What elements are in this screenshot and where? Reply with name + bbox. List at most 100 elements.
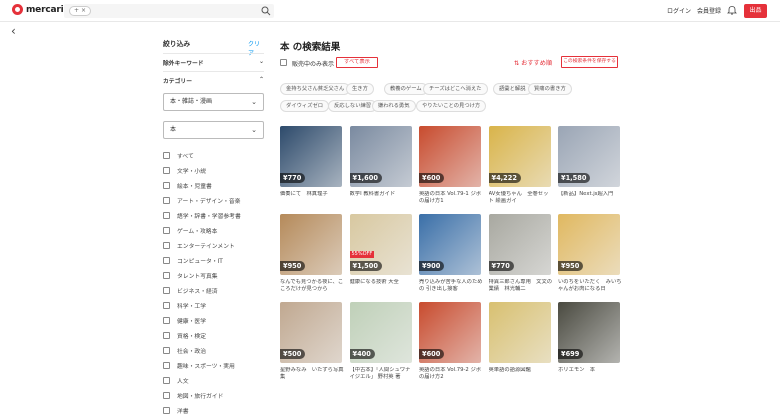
save-search-button[interactable]: この検索条件を保存する [561,56,618,68]
item-card[interactable]: 55%OFF ¥1,500 健康になる技術 大全 [349,214,414,294]
item-card[interactable]: ¥600 英語の日本 Vol.79-1 ジボの届け方1 [419,126,481,206]
item-title[interactable]: 価奏にて 林真理子 [280,191,344,205]
item-thumbnail[interactable]: ¥950 [280,214,342,275]
item-title[interactable]: 【新品】Next.js超入門 [558,191,622,205]
item-card[interactable]: ¥699 ホリエモン 本 [558,302,620,382]
item-title[interactable]: 数学I 教科書ガイド [350,191,414,205]
category-checkbox[interactable] [163,167,170,174]
item-title[interactable]: AV女優ちゃん 全巻セット 絵画ガイ [489,191,553,205]
item-thumbnail[interactable]: ¥699 [558,302,620,363]
category-checkbox[interactable] [163,347,170,354]
suggested-tag[interactable]: 教養のゲーム [384,83,428,95]
item-card[interactable]: ¥950 なんでも見つかる夜に、こころだけが見つから [280,214,344,294]
category-item[interactable]: 科学・工学 [163,298,264,313]
suggested-tag[interactable]: チーズはどこへ消えた [423,83,488,95]
suggested-tag[interactable]: 金持ち父さん貧乏父さん [280,83,351,95]
item-title[interactable]: 売り込みが苦手な人のための 引き出し接客 [419,279,483,293]
clear-link[interactable]: クリア [248,39,264,57]
item-thumbnail[interactable]: ¥600 [419,302,481,363]
item-title[interactable]: いのちをいただく みいちゃんがお肉になる日 [558,279,622,293]
item-thumbnail[interactable]: ¥770 [488,214,551,275]
suggested-tag[interactable]: やりたいことの見つけ方 [416,100,487,112]
suggested-tag[interactable]: 反応しない練習 [328,100,378,112]
suggested-tag[interactable]: 生き方 [346,83,374,95]
category-checkbox[interactable] [163,197,170,204]
item-title[interactable]: 英語の日本 Vol.79-2 ジボの届け方2 [419,367,483,381]
category-section[interactable]: カテゴリー ⌃ [163,76,264,85]
item-card[interactable]: ¥500 星野みなみ いたずら写真集 [280,302,344,382]
item-thumbnail[interactable]: ¥600 [419,126,481,187]
category-item[interactable]: エンターテインメント [163,238,264,253]
category-item[interactable]: 健康・医学 [163,313,264,328]
category-checkbox[interactable] [163,287,170,294]
mercari-logo[interactable]: mercari [12,4,64,15]
back-arrow-icon[interactable]: ‹ [11,24,16,38]
category-item[interactable]: すべて [163,148,264,163]
item-card[interactable]: ¥900 売り込みが苦手な人のための 引き出し接客 [419,214,483,294]
bell-icon[interactable] [727,5,737,15]
show-all-button[interactable]: すべて表示 [336,57,378,68]
item-title[interactable]: ホリエモン 本 [558,367,622,381]
item-thumbnail[interactable]: ¥500 [280,302,342,363]
suggested-tag[interactable]: 嫌われる勇気 [372,100,416,112]
suggested-tag[interactable]: 語彙と解説 [493,83,532,95]
suggested-tag[interactable]: ダイウィズゼロ [280,100,330,112]
category-checkbox[interactable] [163,377,170,384]
onsale-checkbox[interactable] [280,59,287,66]
item-title[interactable]: 【中古本】「人間シュワナイジエル」 野村英 著 [350,367,414,381]
item-card[interactable]: ¥4,222 AV女優ちゃん 全巻セット 絵画ガイ [488,126,553,206]
category-checkbox[interactable] [163,302,170,309]
category-item[interactable]: 語学・辞書・学習参考書 [163,208,264,223]
item-card[interactable]: ¥400 【中古本】「人間シュワナイジエル」 野村英 著 [349,302,414,382]
category-item[interactable]: 地図・旅行ガイド [163,388,264,403]
category-item[interactable]: 趣味・スポーツ・実用 [163,358,264,373]
item-card[interactable]: ¥600 英語の日本 Vol.79-2 ジボの届け方2 [419,302,481,382]
category-item[interactable]: 資格・検定 [163,328,264,343]
category-item[interactable]: 社会・政治 [163,343,264,358]
sort-button[interactable]: ⇅ おすすめ順 [514,58,552,67]
category-item[interactable]: アート・デザイン・音楽 [163,193,264,208]
category-item[interactable]: ビジネス・経済 [163,283,264,298]
search-input[interactable]: + × [64,4,274,18]
category-checkbox[interactable] [163,407,170,414]
item-card[interactable]: ¥1,580 【新品】Next.js超入門 [558,126,620,206]
suggested-tag[interactable]: 質痛の書き方 [528,83,572,95]
item-card[interactable]: ¥770 価奏にて 林真理子 [280,126,342,206]
item-thumbnail[interactable]: 55%OFF ¥1,500 [349,214,412,275]
item-title[interactable]: 星野みなみ いたずら写真集 [280,367,344,381]
category-checkbox[interactable] [163,152,170,159]
category-checkbox[interactable] [163,332,170,339]
signup-link[interactable]: 会員登録 [697,6,721,15]
category-item[interactable]: 人文 [163,373,264,388]
item-thumbnail[interactable]: ¥900 [419,214,481,275]
category-checkbox[interactable] [163,272,170,279]
category-item[interactable]: 文学・小説 [163,163,264,178]
item-thumbnail[interactable]: ¥1,600 [349,126,412,187]
item-title[interactable]: 特異三郎さん専用 文文の業績 林光輔二 [489,279,553,293]
item-title[interactable]: 英語の日本 Vol.79-1 ジボの届け方1 [419,191,483,205]
item-title[interactable]: 健康になる技術 大全 [350,279,414,293]
category-checkbox[interactable] [163,212,170,219]
search-icon[interactable] [261,6,271,16]
item-thumbnail[interactable]: ¥770 [280,126,342,187]
category-checkbox[interactable] [163,392,170,399]
category-checkbox[interactable] [163,317,170,324]
item-thumbnail[interactable]: ¥400 [349,302,412,363]
category-checkbox[interactable] [163,182,170,189]
category-checkbox[interactable] [163,242,170,249]
item-thumbnail[interactable]: ¥4,222 [488,126,551,187]
category-checkbox[interactable] [163,257,170,264]
item-card[interactable]: ¥770 特異三郎さん専用 文文の業績 林光輔二 [488,214,553,294]
category-select-1[interactable]: 本・雑誌・漫画 ⌄ [163,93,264,111]
category-item[interactable]: コンピュータ・IT [163,253,264,268]
item-card[interactable]: 英単語の語源図鑑 [488,302,553,382]
login-link[interactable]: ログイン [667,6,691,15]
search-chip[interactable]: + × [69,6,91,16]
item-title[interactable]: 英単語の語源図鑑 [489,367,553,381]
category-select-2[interactable]: 本 ⌄ [163,121,264,139]
category-item[interactable]: ゲーム・攻略本 [163,223,264,238]
item-title[interactable]: なんでも見つかる夜に、こころだけが見つから [280,279,344,293]
item-card[interactable]: ¥1,600 数学I 教科書ガイド [349,126,414,206]
item-card[interactable]: ¥950 いのちをいただく みいちゃんがお肉になる日 [558,214,622,294]
category-item[interactable]: 絵本・児童書 [163,178,264,193]
